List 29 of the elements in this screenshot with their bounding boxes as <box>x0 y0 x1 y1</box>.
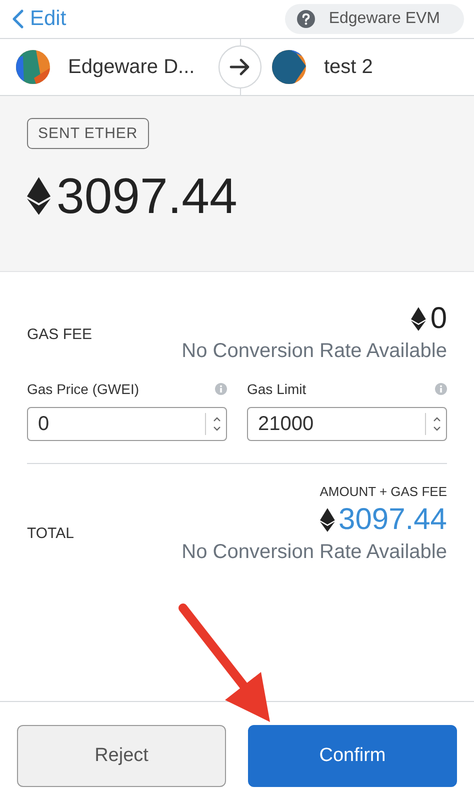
number-field[interactable]: 21000 <box>247 407 447 441</box>
total-caption: AMOUNT + GAS FEE <box>320 484 447 499</box>
avatar-icon <box>16 50 50 84</box>
network-name: Edgeware EVM <box>328 10 440 28</box>
field-label: Gas Price (GWEI) <box>27 381 140 397</box>
stepper-icon[interactable] <box>205 413 222 435</box>
network-selector[interactable]: Edgeware EVM <box>284 4 464 34</box>
total-label: TOTAL <box>27 525 74 542</box>
eth-icon <box>411 307 426 331</box>
stepper-icon[interactable] <box>425 413 442 435</box>
fee-amount: 0 <box>430 302 447 336</box>
fee-label: GAS FEE <box>27 326 92 343</box>
help-icon <box>296 10 315 28</box>
reject-button[interactable]: Reject <box>17 725 226 787</box>
back-link[interactable]: Edit <box>12 7 66 31</box>
field-label: Gas Limit <box>247 381 306 397</box>
avatar-icon <box>272 50 306 84</box>
number-field[interactable]: 0 <box>27 407 227 441</box>
conversion-text: No Conversion Rate Available <box>182 541 447 564</box>
account-name: Edgeware D... <box>68 56 195 78</box>
eth-icon <box>27 177 51 215</box>
eth-icon <box>320 508 335 532</box>
confirm-button[interactable]: Confirm <box>248 725 457 787</box>
total-amount: 3097.44 <box>338 503 447 537</box>
type-badge: SENT ETHER <box>27 118 149 149</box>
sent-amount: 3097.44 <box>56 167 238 225</box>
account-name: test 2 <box>324 56 373 78</box>
back-icon <box>12 9 24 29</box>
conversion-text: No Conversion Rate Available <box>182 340 447 363</box>
